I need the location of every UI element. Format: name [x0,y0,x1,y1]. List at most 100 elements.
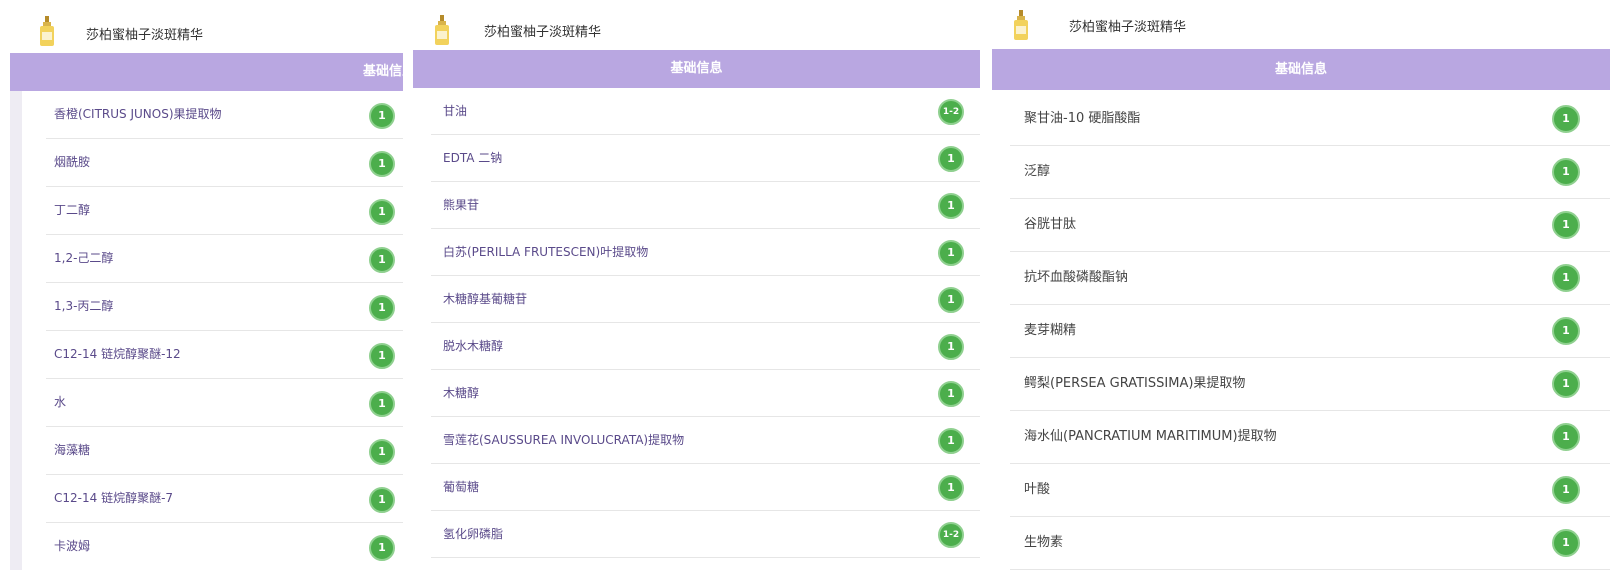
safety-score-badge: 1 [1552,370,1580,398]
ingredient-row[interactable]: 木糖醇基葡糖苷 1 [431,276,980,323]
panel-header: 莎柏蜜柚子淡斑精华 [10,0,403,52]
ingredient-row[interactable]: 木糖醇 1 [431,370,980,417]
panel-header: 莎柏蜜柚子淡斑精华 [413,0,980,52]
ingredient-name[interactable]: 木糖醇 [443,370,479,416]
ingredient-name[interactable]: 叶酸 [1024,464,1050,516]
ingredient-name[interactable]: 熊果苷 [443,182,479,228]
ingredient-row[interactable]: 脱水木糖醇 1 [431,323,980,370]
ingredient-row[interactable]: 泛醇 1 [1010,146,1610,199]
ingredient-name[interactable]: 丁二醇 [54,187,90,234]
ingredient-name[interactable]: 聚甘油-10 硬脂酸酯 [1024,93,1140,145]
ingredient-name[interactable]: 1,2-己二醇 [54,235,113,282]
safety-score-badge: 1 [938,475,964,501]
ingredient-name[interactable]: C12-14 链烷醇聚醚-12 [54,331,181,378]
safety-score-badge: 1 [369,535,395,561]
ingredient-row[interactable]: 香橙(CITRUS JUNOS)果提取物 1 [46,91,403,139]
ingredient-row[interactable]: 1,2-己二醇 1 [46,235,403,283]
safety-score-badge: 1 [369,343,395,369]
ingredient-row[interactable]: 1,3-丙二醇 1 [46,283,403,331]
ingredient-name[interactable]: 海水仙(PANCRATIUM MARITIMUM)提取物 [1024,411,1277,463]
safety-score-badge: 1-2 [938,522,964,548]
ingredient-name[interactable]: 鳄梨(PERSEA GRATISSIMA)果提取物 [1024,358,1245,410]
safety-score-badge: 1 [938,381,964,407]
safety-score-badge: 1 [369,103,395,129]
safety-score-badge: 1 [1552,105,1580,133]
ingredient-name[interactable]: 生物素 [1024,517,1063,569]
ingredient-list: 香橙(CITRUS JUNOS)果提取物 1 烟酰胺 1 丁二醇 1 1,2-己二醇 1 1,3… [10,91,403,570]
ingredient-name[interactable]: 白苏(PERILLA FRUTESCEN)叶提取物 [443,229,648,275]
ingredient-row[interactable]: 谷胱甘肽 1 [1010,199,1610,252]
ingredient-list: 聚甘油-10 硬脂酸酯 1 泛醇 1 谷胱甘肽 1 抗坏血酸磷酸酯钠 1 麦芽糊精 1 鳄梨(PER… [992,93,1610,570]
ingredient-row[interactable]: 抗坏血酸磷酸酯钠 1 [1010,252,1610,305]
ingredient-name[interactable]: 谷胱甘肽 [1024,199,1076,251]
ingredient-row[interactable]: 葡萄糖 1 [431,464,980,511]
ingredient-name[interactable]: 脱水木糖醇 [443,323,503,369]
ingredient-name[interactable]: EDTA 二钠 [443,135,502,181]
ingredient-name[interactable]: 麦芽糊精 [1024,305,1076,357]
safety-score-badge: 1 [369,391,395,417]
ingredient-row[interactable]: C12-14 链烷醇聚醚-12 1 [46,331,403,379]
ingredient-row[interactable]: 麦芽糊精 1 [1010,305,1610,358]
ingredient-name[interactable]: 卡波姆 [54,523,90,570]
ingredient-name[interactable]: 烟酰胺 [54,139,90,186]
safety-score-badge: 1 [938,240,964,266]
safety-score-badge: 1-2 [938,99,964,125]
ingredient-name[interactable]: 香橙(CITRUS JUNOS)果提取物 [54,91,222,138]
safety-score-badge: 1 [369,199,395,225]
ingredient-row[interactable]: 叶酸 1 [1010,464,1610,517]
ingredient-row[interactable]: 聚甘油-10 硬脂酸酯 1 [1010,93,1610,146]
product-title: 莎柏蜜柚子淡斑精华 [1069,20,1187,35]
ingredient-row[interactable]: 生物素 1 [1010,517,1610,570]
safety-score-badge: 1 [1552,158,1580,186]
safety-score-badge: 1 [1552,317,1580,345]
ingredient-row[interactable]: 水1 [46,379,403,427]
ingredient-panel-1: 莎柏蜜柚子淡斑精华 基础信息 香橙(CITRUS JUNOS)果提取物 1 烟酰胺 1… [10,0,403,570]
product-title: 莎柏蜜柚子淡斑精华 [86,28,204,43]
serum-bottle-icon [38,16,56,48]
ingredient-row[interactable]: 丁二醇 1 [46,187,403,235]
safety-score-badge: 1 [1552,423,1580,451]
ingredient-name[interactable]: 泛醇 [1024,146,1050,198]
ingredient-name[interactable]: 水 [54,379,66,426]
ingredient-row[interactable]: 海藻糖 1 [46,427,403,475]
safety-score-badge: 1 [369,487,395,513]
ingredient-name[interactable]: 甘油 [443,88,467,134]
ingredient-row[interactable]: 白苏(PERILLA FRUTESCEN)叶提取物 1 [431,229,980,276]
ingredient-row[interactable]: 甘油 1-2 [431,88,980,135]
safety-score-badge: 1 [369,247,395,273]
ingredient-row[interactable]: 烟酰胺 1 [46,139,403,187]
ingredient-panel-2: 莎柏蜜柚子淡斑精华 基础信息 甘油 1-2 EDTA 二钠 1 熊果苷 1 白苏(PERIL… [413,0,980,570]
safety-score-badge: 1 [1552,211,1580,239]
safety-score-badge: 1 [938,287,964,313]
ingredient-name[interactable]: 抗坏血酸磷酸酯钠 [1024,252,1128,304]
product-title: 莎柏蜜柚子淡斑精华 [484,25,602,40]
ingredient-name[interactable]: 木糖醇基葡糖苷 [443,276,527,322]
ingredient-row[interactable]: 雪莲花(SAUSSUREA INVOLUCRATA)提取物 1 [431,417,980,464]
ingredient-name[interactable]: 葡萄糖 [443,464,479,510]
safety-score-badge: 1 [1552,476,1580,504]
ingredient-name[interactable]: C12-14 链烷醇聚醚-7 [54,475,173,522]
safety-score-badge: 1 [1552,264,1580,292]
safety-score-badge: 1 [369,295,395,321]
ingredient-row[interactable]: 海水仙(PANCRATIUM MARITIMUM)提取物 1 [1010,411,1610,464]
section-tab-basic-info[interactable]: 基础信息 [10,53,403,91]
ingredient-row[interactable]: 氢化卵磷脂 1-2 [431,511,980,558]
ingredient-row[interactable]: 熊果苷 1 [431,182,980,229]
ingredient-name[interactable]: 氢化卵磷脂 [443,511,503,557]
ingredient-name[interactable]: 海藻糖 [54,427,90,474]
ingredient-row[interactable]: 卡波姆 1 [46,523,403,570]
ingredient-name[interactable]: 雪莲花(SAUSSUREA INVOLUCRATA)提取物 [443,417,684,463]
ingredient-panel-3: 莎柏蜜柚子淡斑精华 基础信息 聚甘油-10 硬脂酸酯 1 泛醇 1 谷胱甘肽 1 抗坏血酸磷… [992,0,1610,570]
section-tab-basic-info[interactable]: 基础信息 [992,49,1610,90]
safety-score-badge: 1 [369,151,395,177]
serum-bottle-icon [1012,10,1030,42]
ingredient-name[interactable]: 1,3-丙二醇 [54,283,113,330]
ingredient-row[interactable]: 鳄梨(PERSEA GRATISSIMA)果提取物 1 [1010,358,1610,411]
ingredient-row[interactable]: C12-14 链烷醇聚醚-7 1 [46,475,403,523]
ingredient-row[interactable]: EDTA 二钠 1 [431,135,980,182]
serum-bottle-icon [433,15,451,47]
section-tab-basic-info[interactable]: 基础信息 [413,50,980,88]
safety-score-badge: 1 [938,428,964,454]
safety-score-badge: 1 [938,334,964,360]
safety-score-badge: 1 [938,193,964,219]
